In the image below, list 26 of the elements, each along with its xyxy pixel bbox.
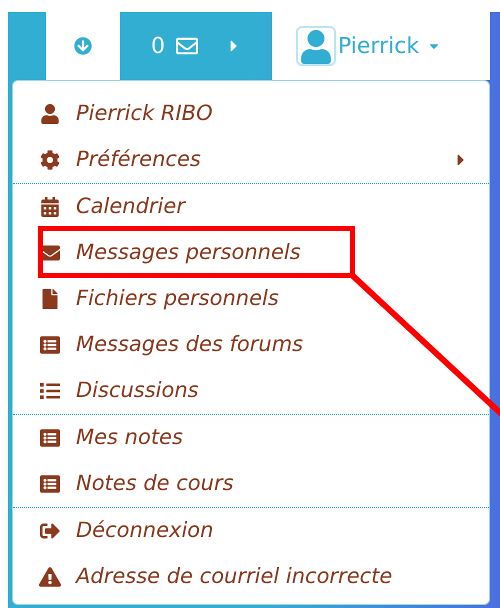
logout-icon (39, 521, 61, 541)
menu-item[interactable]: Fichiers personnels (13, 276, 489, 322)
list-icon (39, 381, 61, 401)
gear-icon (39, 150, 61, 170)
menu-item[interactable]: Calendrier (13, 184, 489, 230)
menu-item[interactable]: Pierrick RIBO (13, 91, 489, 137)
menu-item[interactable]: Mes notes (13, 415, 489, 461)
menu-item[interactable]: Adresse de courriel incorrecte (13, 554, 489, 600)
avatar-icon (296, 26, 336, 66)
menu-item[interactable]: Messages personnels (13, 230, 489, 276)
menu-item[interactable]: Notes de cours (13, 461, 489, 507)
user-icon (39, 104, 61, 124)
calendar-icon (39, 197, 61, 217)
menu-item[interactable]: Préférences (13, 137, 489, 183)
envelope-icon (175, 35, 199, 57)
list-card-icon (39, 474, 61, 494)
message-count: 0 (151, 32, 165, 60)
menu-item[interactable]: Messages des forums (13, 322, 489, 368)
list-card-icon (39, 428, 61, 448)
download-icon (74, 37, 92, 55)
list-card-icon (39, 335, 61, 355)
menu-item[interactable]: Discussions (13, 368, 489, 414)
menu-item[interactable]: Déconnexion (13, 508, 489, 554)
warning-icon (39, 567, 61, 587)
user-name: Pierrick (338, 32, 420, 60)
download-button[interactable] (46, 12, 120, 80)
